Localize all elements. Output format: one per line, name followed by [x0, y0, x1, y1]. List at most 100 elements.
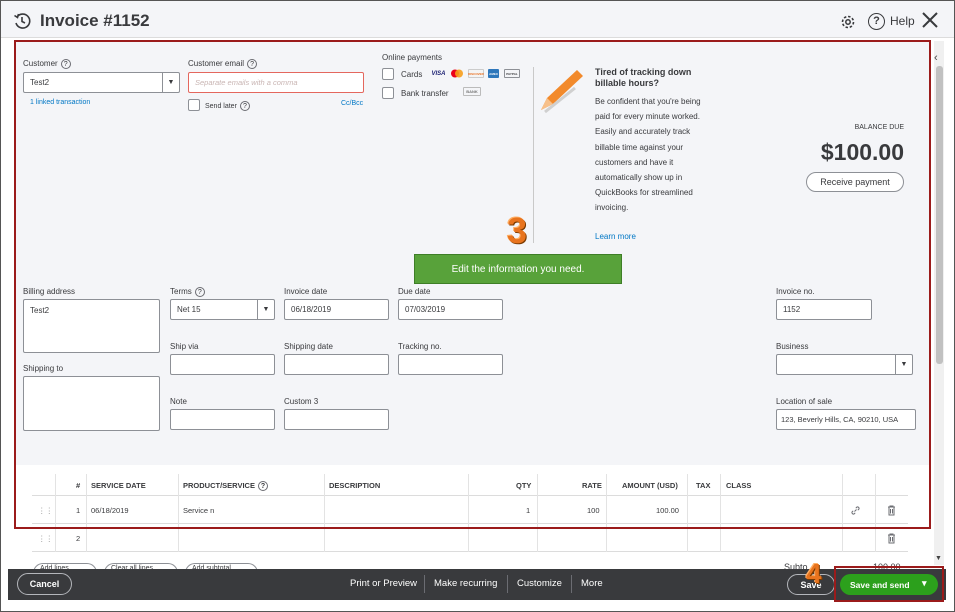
- footer-divider: [424, 575, 425, 593]
- help-link[interactable]: Help: [890, 14, 915, 28]
- note-field[interactable]: [170, 409, 275, 430]
- customer-select[interactable]: Test2 ▼: [23, 72, 180, 93]
- terms-select[interactable]: Net 15 ▼: [170, 299, 275, 320]
- help-icon[interactable]: ?: [868, 13, 885, 30]
- due-date-field[interactable]: 07/03/2019: [398, 299, 503, 320]
- ship-via-field[interactable]: [170, 354, 275, 375]
- shipping-address-field[interactable]: [23, 376, 160, 431]
- email-placeholder: Separate emails with a comma: [195, 78, 298, 87]
- link-icon[interactable]: [850, 505, 861, 516]
- collapse-chevron-icon[interactable]: ‹: [934, 52, 938, 64]
- print-preview-link[interactable]: Print or Preview: [350, 578, 417, 589]
- balance-due-amount: $100.00: [820, 139, 904, 165]
- chevron-down-icon[interactable]: ▼: [895, 355, 912, 374]
- table-row[interactable]: ⋮⋮ 2: [32, 524, 908, 552]
- drag-handle-icon[interactable]: ⋮⋮: [38, 506, 53, 515]
- close-icon[interactable]: [921, 11, 939, 29]
- business-label: Business: [776, 342, 809, 351]
- shipping-date-field[interactable]: [284, 354, 389, 375]
- promo-divider: [533, 67, 534, 243]
- tracking-no-label: Tracking no.: [398, 342, 442, 351]
- trash-icon[interactable]: [887, 533, 896, 544]
- promo-title: Tired of tracking down billable hours?: [595, 67, 692, 88]
- cancel-button[interactable]: Cancel: [17, 573, 72, 595]
- column-divider: [687, 474, 688, 552]
- column-divider: [842, 474, 843, 552]
- row-service-date[interactable]: 06/18/2019: [91, 506, 129, 515]
- col-qty: QTY: [516, 481, 532, 490]
- footer-divider: [571, 575, 572, 593]
- col-number: #: [76, 481, 81, 490]
- customer-value: Test2: [30, 78, 50, 87]
- chevron-down-icon[interactable]: ▼: [162, 73, 179, 92]
- column-divider: [468, 474, 469, 552]
- page-title: Invoice #1152: [40, 11, 150, 30]
- help-icon: ?: [60, 59, 71, 69]
- email-field[interactable]: Separate emails with a comma: [188, 72, 364, 93]
- column-divider: [720, 474, 721, 552]
- col-tax: TAX: [696, 481, 711, 490]
- scroll-down-icon[interactable]: ▼: [935, 555, 942, 562]
- step-4-marker: 4: [806, 558, 822, 589]
- make-recurring-link[interactable]: Make recurring: [434, 578, 497, 589]
- chevron-down-icon[interactable]: ▾: [922, 578, 927, 589]
- more-link[interactable]: More: [581, 578, 603, 589]
- invoice-no-label: Invoice no.: [776, 287, 815, 296]
- invoice-header: Invoice #1152 ? Help: [0, 0, 955, 38]
- bank-transfer-checkbox[interactable]: [382, 87, 394, 99]
- cards-checkbox[interactable]: [382, 68, 394, 80]
- cc-bcc-link[interactable]: Cc/Bcc: [341, 100, 363, 107]
- location-of-sale-value: 123, Beverly Hills, CA, 90210, USA: [781, 415, 899, 424]
- trash-icon[interactable]: [887, 505, 896, 516]
- invoice-date-field[interactable]: 06/18/2019: [284, 299, 389, 320]
- col-class: CLASS: [726, 481, 752, 490]
- row-product[interactable]: Service n: [183, 506, 214, 515]
- column-divider: [55, 474, 56, 552]
- terms-value: Net 15: [177, 305, 201, 314]
- linked-transaction-link[interactable]: 1 linked transaction: [30, 99, 90, 106]
- column-divider: [324, 474, 325, 552]
- send-later-checkbox[interactable]: [188, 99, 200, 111]
- note-label: Note: [170, 397, 187, 406]
- location-of-sale-field[interactable]: 123, Beverly Hills, CA, 90210, USA: [776, 409, 916, 430]
- edit-info-callout: Edit the information you need.: [414, 254, 622, 284]
- customize-link[interactable]: Customize: [517, 578, 562, 589]
- gear-icon[interactable]: [839, 13, 857, 31]
- col-rate: RATE: [582, 481, 602, 490]
- amex-icon: AMEX: [488, 69, 499, 78]
- online-payments-label: Online payments: [382, 53, 443, 62]
- footer-divider: [507, 575, 508, 593]
- row-amount[interactable]: 100.00: [656, 506, 679, 515]
- help-icon: ?: [247, 59, 258, 69]
- invoice-no-field[interactable]: 1152: [776, 299, 872, 320]
- column-divider: [606, 474, 607, 552]
- receive-payment-button[interactable]: Receive payment: [806, 172, 904, 192]
- scrollbar-thumb[interactable]: [936, 66, 943, 364]
- chevron-down-icon[interactable]: ▼: [257, 300, 274, 319]
- bank-transfer-label: Bank transfer: [401, 89, 449, 98]
- column-divider: [178, 474, 179, 552]
- due-date-value: 07/03/2019: [405, 305, 446, 314]
- row-rate[interactable]: 100: [587, 506, 600, 515]
- tracking-no-field[interactable]: [398, 354, 503, 375]
- history-icon[interactable]: [13, 12, 31, 30]
- terms-label: Terms?: [170, 287, 205, 297]
- step-3-marker: 3: [507, 210, 528, 251]
- column-divider: [86, 474, 87, 552]
- discover-icon: DISCOVER: [468, 69, 484, 78]
- help-icon: ?: [239, 101, 250, 111]
- billing-address-field[interactable]: Test2: [23, 299, 160, 353]
- help-icon: ?: [194, 287, 205, 297]
- mastercard-icon: [450, 69, 464, 78]
- save-and-send-button[interactable]: Save and send ▾: [840, 574, 938, 595]
- row-qty[interactable]: 1: [526, 506, 530, 515]
- drag-handle-icon[interactable]: ⋮⋮: [38, 534, 53, 543]
- custom3-field[interactable]: [284, 409, 389, 430]
- pencil-icon: [541, 70, 583, 114]
- line-items-header: # SERVICE DATE PRODUCT/SERVICE? DESCRIPT…: [32, 474, 908, 496]
- learn-more-link[interactable]: Learn more: [595, 232, 636, 241]
- help-icon: ?: [257, 481, 268, 492]
- paypal-icon: PAYPAL: [504, 69, 520, 78]
- business-select[interactable]: ▼: [776, 354, 913, 375]
- table-row[interactable]: ⋮⋮ 1 06/18/2019 Service n 1 100 100.00: [32, 496, 908, 524]
